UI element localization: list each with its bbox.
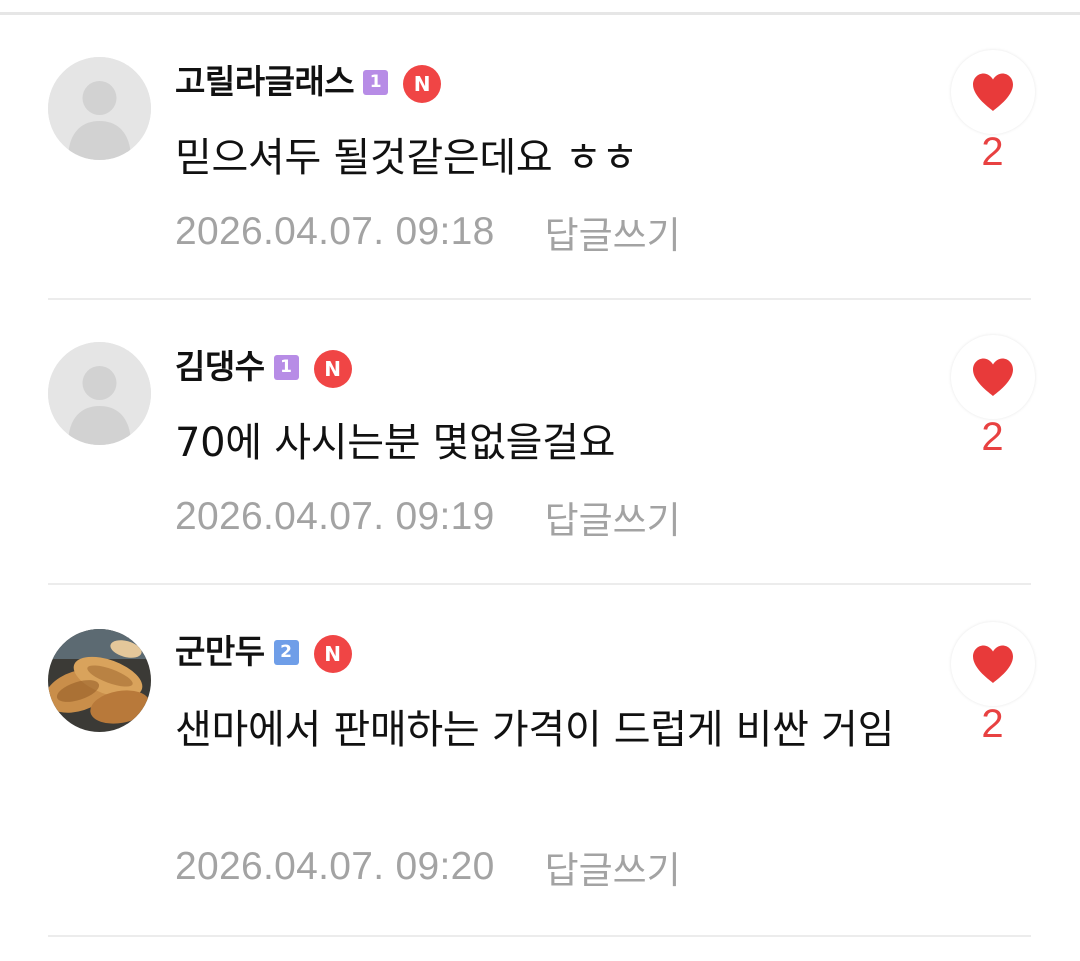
author-name[interactable]: 군만두	[175, 632, 265, 672]
comment-meta: 2026.04.07. 09:19 답글쓰기	[175, 492, 681, 542]
new-badge: N	[313, 350, 352, 388]
new-badge: N	[403, 65, 442, 103]
comment-item: 고릴라글래스 1 N 믿으셔두 될것같은데요 ㅎㅎ 2026.04.07. 09…	[0, 0, 1080, 300]
level-badge: 1	[363, 69, 389, 95]
comment-item: 김댕수 1 N 70에 사시는분 몇없을걸요 2026.04.07. 09:19…	[0, 300, 1080, 585]
comment-text: 믿으셔두 될것같은데요 ㅎㅎ	[175, 135, 638, 181]
avatar[interactable]	[48, 57, 151, 160]
reply-button[interactable]: 답글쓰기	[545, 205, 681, 259]
like-count: 2	[981, 702, 1004, 746]
timestamp: 2026.04.07. 09:18	[175, 210, 495, 253]
like-button[interactable]	[950, 622, 1035, 706]
heart-icon	[971, 644, 1015, 684]
reply-button[interactable]: 답글쓰기	[545, 490, 681, 544]
comment-item: 군만두 2 N 샌마에서 판매하는 가격이 드럽게 비싼 거임 2026.04.…	[0, 585, 1080, 937]
level-badge: 1	[273, 354, 299, 380]
avatar[interactable]	[48, 342, 151, 445]
comment-meta: 2026.04.07. 09:18 답글쓰기	[175, 207, 681, 257]
comment-text: 샌마에서 판매하는 가격이 드럽게 비싼 거임	[175, 707, 895, 753]
reply-button[interactable]: 답글쓰기	[545, 840, 681, 894]
author-row: 김댕수 1 N	[175, 347, 352, 388]
comment-text: 70에 사시는분 몇없을걸요	[175, 420, 616, 466]
like-block: 2	[950, 622, 1035, 748]
like-button[interactable]	[950, 50, 1035, 134]
comment-meta: 2026.04.07. 09:20 답글쓰기	[175, 842, 681, 892]
timestamp: 2026.04.07. 09:19	[175, 495, 495, 538]
new-badge: N	[313, 635, 352, 673]
author-row: 고릴라글래스 1 N	[175, 62, 442, 103]
like-block: 2	[950, 335, 1035, 461]
level-badge: 2	[273, 639, 299, 665]
heart-icon	[971, 357, 1015, 397]
author-name[interactable]: 고릴라글래스	[175, 62, 355, 102]
comment-divider	[48, 935, 1031, 937]
author-row: 군만두 2 N	[175, 632, 352, 673]
default-profile-icon	[48, 342, 151, 445]
like-button[interactable]	[950, 335, 1035, 419]
like-count: 2	[981, 415, 1004, 459]
default-profile-icon	[48, 57, 151, 160]
heart-icon	[971, 72, 1015, 112]
dumpling-photo	[48, 629, 151, 732]
like-count: 2	[981, 130, 1004, 174]
avatar[interactable]	[48, 629, 151, 732]
like-block: 2	[950, 50, 1035, 176]
author-name[interactable]: 김댕수	[175, 347, 265, 387]
timestamp: 2026.04.07. 09:20	[175, 845, 495, 888]
